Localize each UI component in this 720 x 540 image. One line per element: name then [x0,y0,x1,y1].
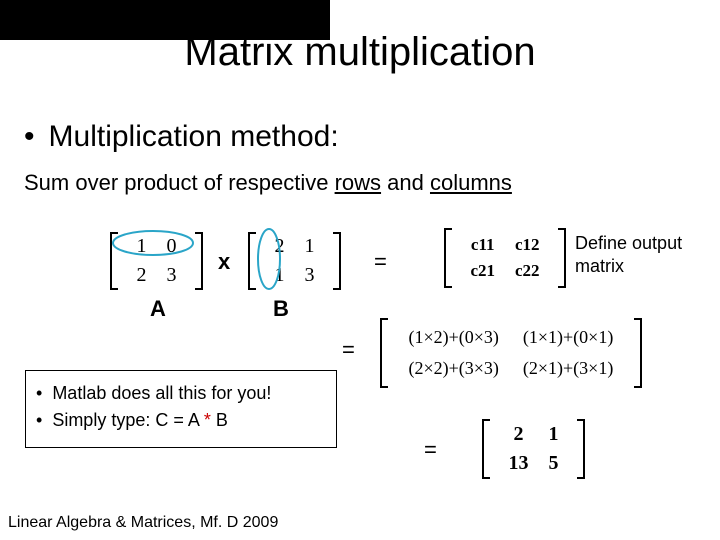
cell: (1×1)+(0×1) [511,322,625,353]
cell: (2×2)+(3×3) [396,353,510,384]
matrix-a: 10 23 [110,230,203,292]
note-simply-type: • Simply type: C = A * B [36,410,326,431]
bracket-right [634,318,642,388]
cell: (2×1)+(3×1) [511,353,625,384]
matrix-expanded: (1×2)+(0×3)(1×1)+(0×1) (2×2)+(3×3)(2×1)+… [380,318,642,388]
label-b: B [273,296,289,322]
subtext-columns: columns [430,170,512,195]
equals-1: = [374,249,387,275]
note-matlab: • Matlab does all this for you! [36,383,326,404]
slide-title: Matrix multiplication [0,30,720,75]
bracket-left [110,232,118,290]
bullet-dot: • [36,410,42,430]
bullet-dot: • [24,120,35,153]
matrix-result: 21 135 [482,418,585,480]
footer-text: Linear Algebra & Matrices, Mf. D 2009 [8,514,278,532]
matrix-expanded-cells: (1×2)+(0×3)(1×1)+(0×1) (2×2)+(3×3)(2×1)+… [392,320,629,386]
bracket-right [558,228,566,288]
equals-3: = [424,437,437,463]
cell: 3 [294,261,324,290]
equals-2: = [342,337,355,363]
note-text: Simply type: C = A [52,410,204,430]
cell: 1 [538,420,568,449]
define-line2: matrix [575,255,682,278]
cell: 0 [156,232,186,261]
cell: 2 [126,261,156,290]
cell: c22 [505,258,550,284]
matrix-c-symbolic: c11c12 c21c22 [444,228,566,288]
bracket-left [444,228,452,288]
cell: 2 [264,232,294,261]
cell: 1 [126,232,156,261]
bullet-multiplication-method: • Multiplication method: [24,120,339,154]
notes-box: • Matlab does all this for you! • Simply t… [25,370,337,448]
define-output-label: Define output matrix [575,232,682,279]
matrix-a-cells: 10 23 [122,230,190,292]
cell: 3 [156,261,186,290]
bracket-right [577,419,585,479]
subtext-rows: rows [335,170,381,195]
matrix-b-cells: 21 13 [260,230,328,292]
cell: (1×2)+(0×3) [396,322,510,353]
multiply-symbol: x [218,249,230,275]
cell: c12 [505,232,550,258]
define-line1: Define output [575,232,682,255]
label-a: A [150,296,166,322]
note-text: B [211,410,228,430]
cell: c21 [460,258,505,284]
subtext-part: and [381,170,430,195]
bracket-left [248,232,256,290]
matrix-c-cells: c11c12 c21c22 [456,230,553,286]
bullet-dot: • [36,383,42,403]
cell: 5 [538,449,568,478]
bracket-left [482,419,490,479]
star-operator: * [204,410,211,430]
matrix-result-cells: 21 135 [494,418,572,480]
bracket-left [380,318,388,388]
subtext-sum-over: Sum over product of respective rows and … [24,170,512,196]
note-text: Matlab does all this for you! [52,383,271,403]
matrix-b: 21 13 [248,230,341,292]
cell: 1 [294,232,324,261]
cell: 13 [498,449,538,478]
cell: 1 [264,261,294,290]
bracket-right [195,232,203,290]
cell: 2 [498,420,538,449]
subtext-part: Sum over product of respective [24,170,335,195]
bullet-text: Multiplication method: [49,120,339,153]
cell: c11 [460,232,505,258]
bracket-right [333,232,341,290]
